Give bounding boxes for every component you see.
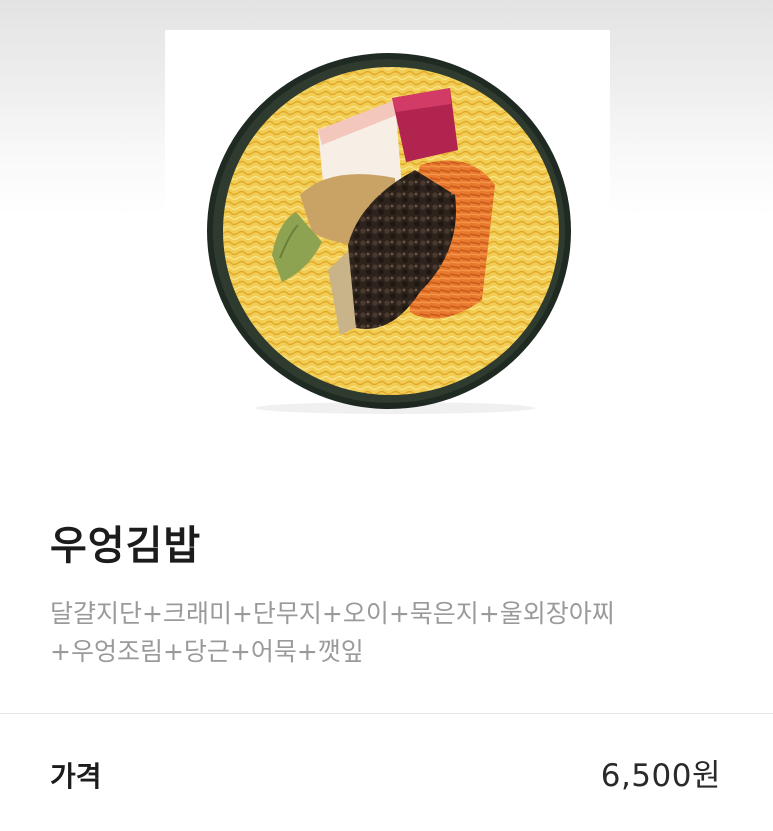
description-line-2: +우엉조림+당근+어묵+깻잎 [50,637,364,666]
price-label: 가격 [50,760,102,793]
gimbap-photo [207,53,571,414]
product-image-area [0,0,773,470]
price-value: 6,500원 [600,758,721,794]
menu-detail-page: 우엉김밥 달걀지단+크래미+단무지+오이+묵은지+울외장아찌 +우엉조림+당근+… [0,0,773,831]
description-line-1: 달걀지단+크래미+단무지+오이+묵은지+울외장아찌 [50,599,615,628]
product-name: 우엉김밥 [50,523,202,569]
product-description: 달걀지단+크래미+단무지+오이+묵은지+울외장아찌 +우엉조림+당근+어묵+깻잎 [50,595,740,671]
section-divider [0,713,773,714]
